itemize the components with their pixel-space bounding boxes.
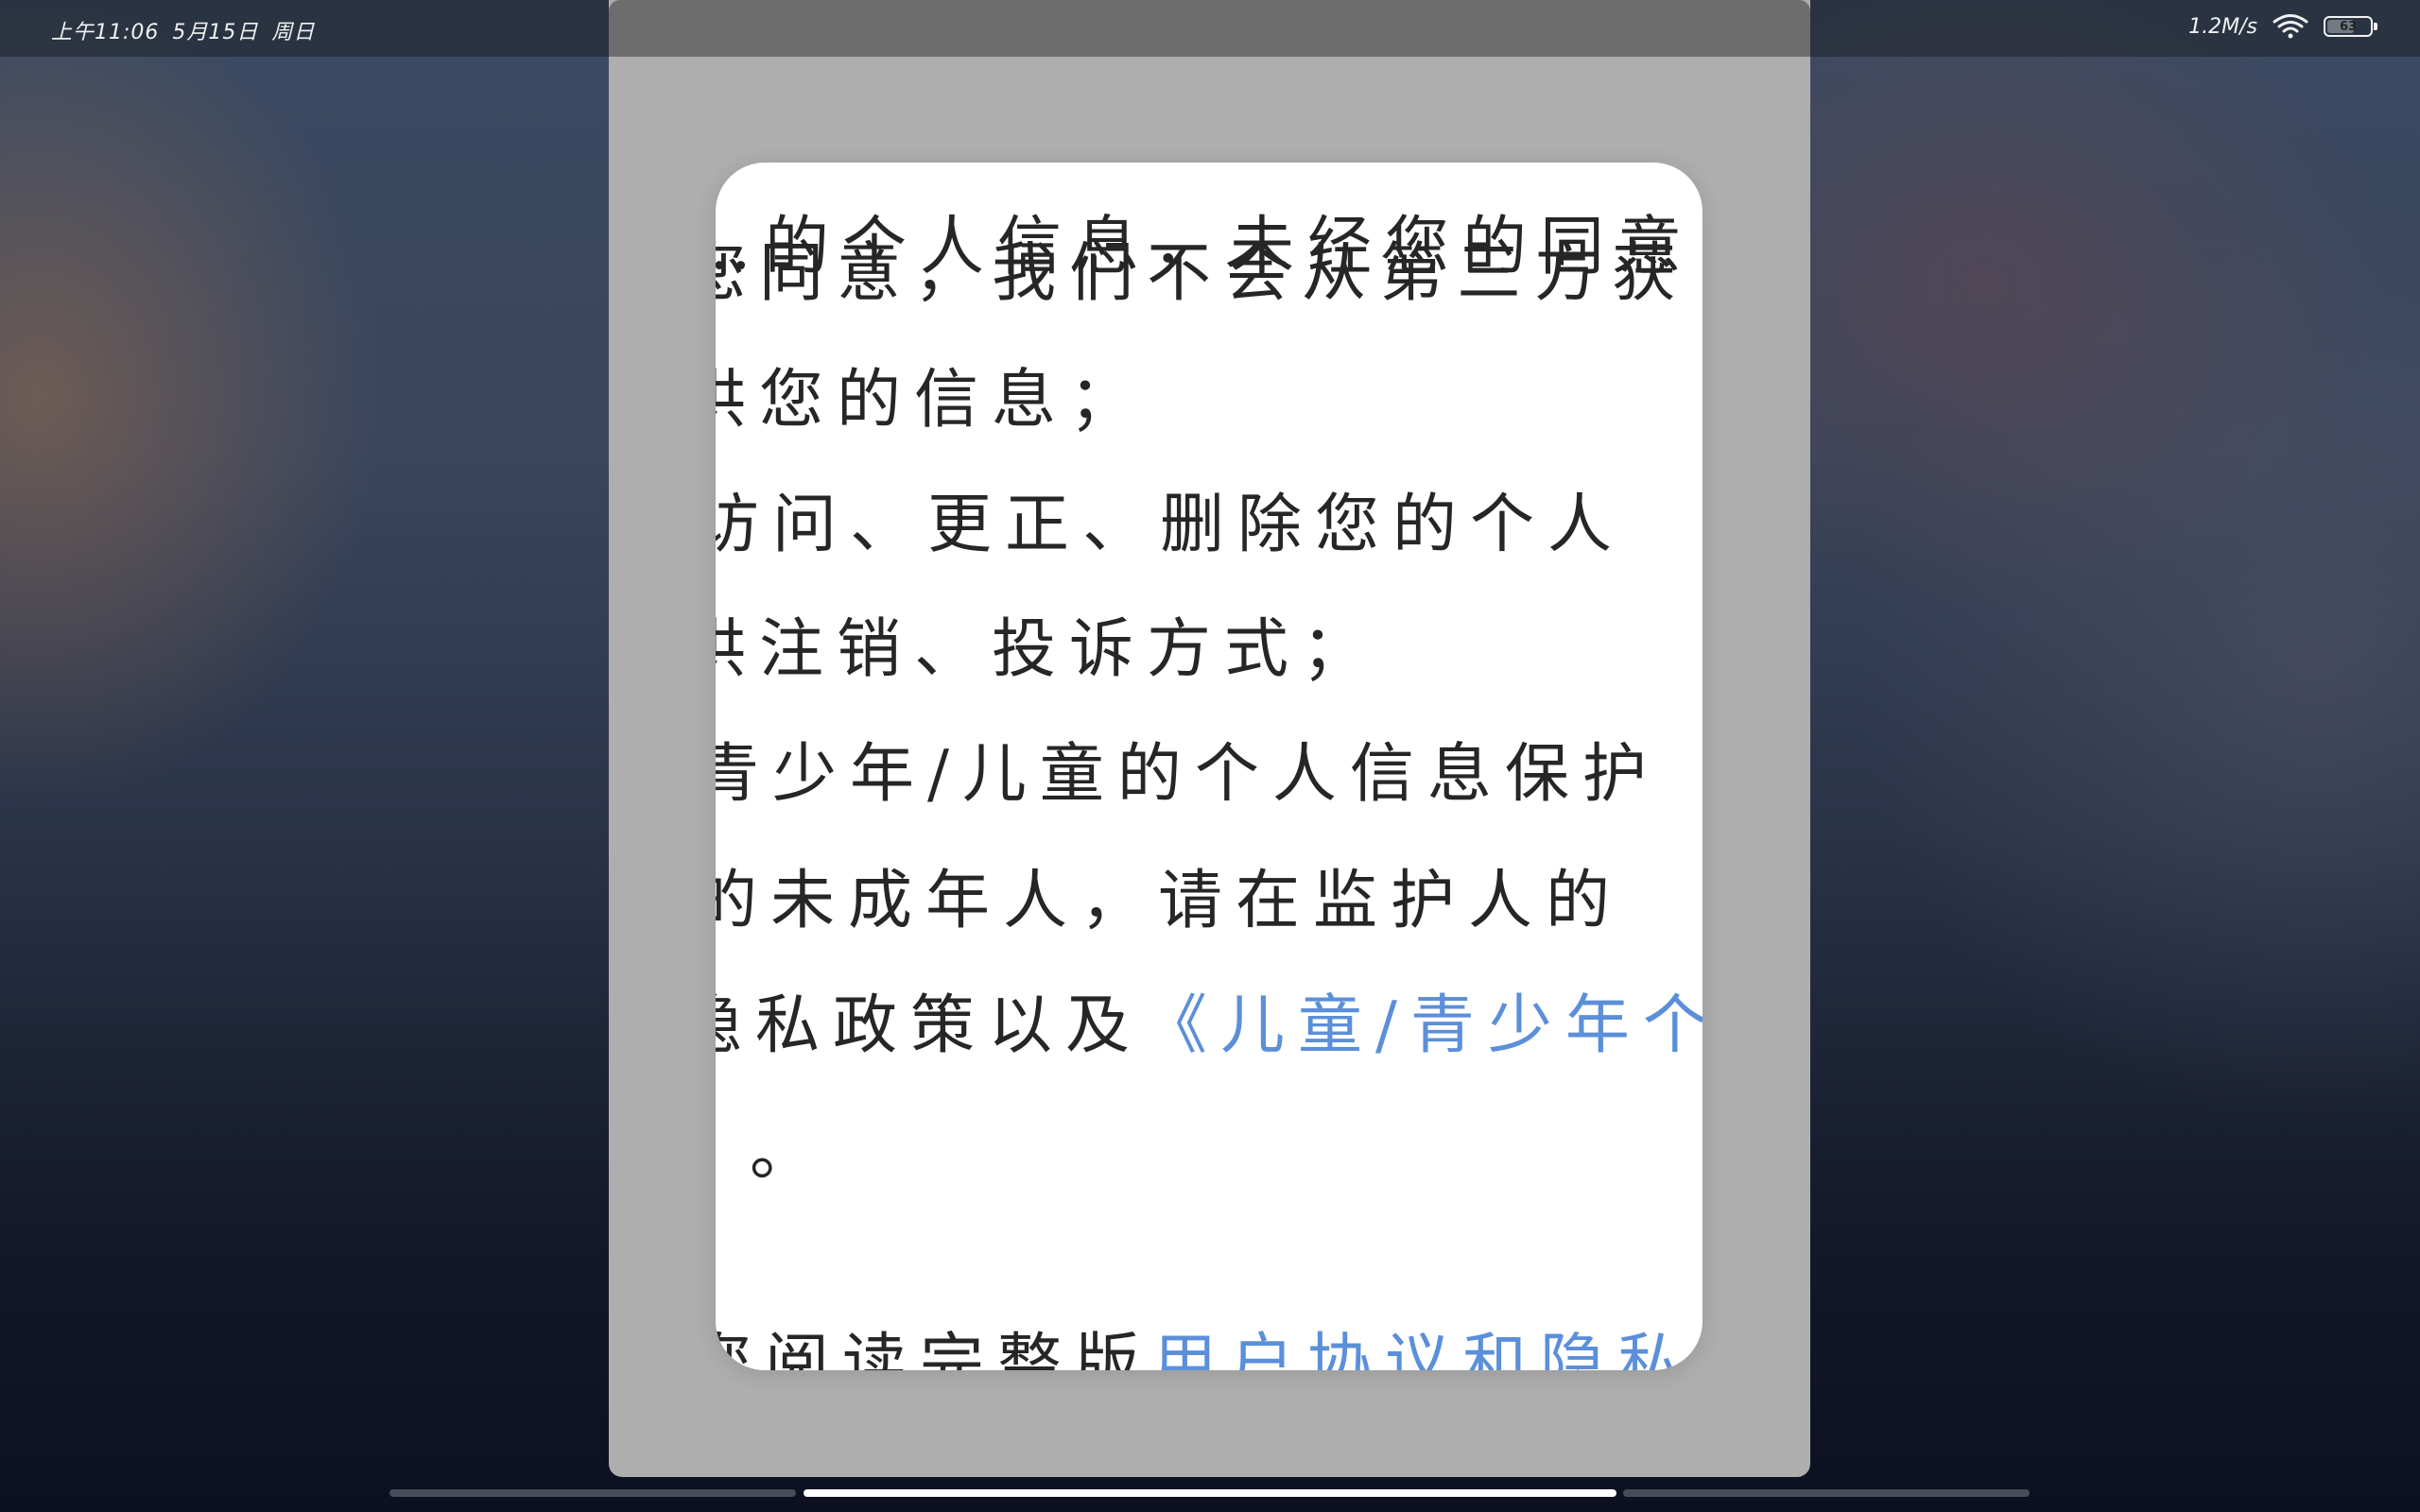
dialog-line-6-text: 的未成年人，请在监护人的 (716, 864, 1624, 938)
dialog-line-2-text: 供您的信息； (716, 363, 1148, 438)
home-indicator[interactable] (804, 1489, 1616, 1497)
children-privacy-link[interactable]: 《儿童/青少年个 (1143, 988, 1703, 1063)
status-left: 上午11:06 5月15日 周日 (51, 15, 315, 45)
dialog-line-9-text: 。 (750, 1115, 828, 1190)
network-speed: 1.2M/s (2188, 14, 2257, 39)
dialog-line-3: 访问、更正、删除您的个人 (716, 493, 1625, 558)
user-agreement-link[interactable]: 用户协议和隐私 (1152, 1327, 1695, 1371)
dialog-line-9: 。 (750, 1121, 827, 1185)
status-weekday: 周日 (271, 21, 316, 44)
dialog-line-6: 的未成年人，请在监护人的 (716, 869, 1623, 934)
dialog-line-10-text: 您阅读完整版 (716, 1327, 1153, 1371)
dialog-line-10: 您阅读完整版用户协议和隐私 (716, 1332, 1695, 1371)
dialog-line-4-text: 供注销、投诉方式； (716, 612, 1380, 687)
dialog-line-7-text: 隐私政策以及 (716, 988, 1144, 1063)
battery-level: 63 (2339, 19, 2358, 34)
status-time: 上午11:06 (51, 21, 160, 44)
dialog-line-1-text: 您同意，我们不会从第三方获 (716, 236, 1690, 311)
dialog-line-5-text: 青少年/儿童的个人信息保护 (716, 737, 1660, 812)
wifi-icon (2273, 13, 2308, 40)
dialog-line-1: 您同意，我们不会从第三方获 (716, 242, 1689, 306)
home-indicator-left[interactable] (389, 1489, 796, 1497)
screen: 上午11:06 5月15日 周日 1.2M/s 63 …的个人信息，未经您的同意… (0, 0, 2420, 1512)
status-right: 1.2M/s 63 (2188, 13, 2377, 40)
battery-icon: 63 (2324, 16, 2377, 37)
dialog-line-3-text: 访问、更正、删除您的个人 (716, 488, 1626, 562)
dialog-line-7: 隐私政策以及《儿童/青少年个 (716, 994, 1703, 1058)
privacy-dialog[interactable]: …的个人信息，未经您的同意 您同意，我们不会从第三方获 供您的信息； 访问、更正… (716, 163, 1703, 1370)
home-indicator-right[interactable] (1623, 1489, 2030, 1497)
app-window-top-area (609, 0, 1810, 57)
status-date: 5月15日 (172, 21, 259, 44)
dialog-line-4: 供注销、投诉方式； (716, 618, 1379, 682)
dialog-line-2: 供您的信息； (716, 369, 1147, 433)
dialog-line-5: 青少年/儿童的个人信息保护 (716, 743, 1660, 807)
